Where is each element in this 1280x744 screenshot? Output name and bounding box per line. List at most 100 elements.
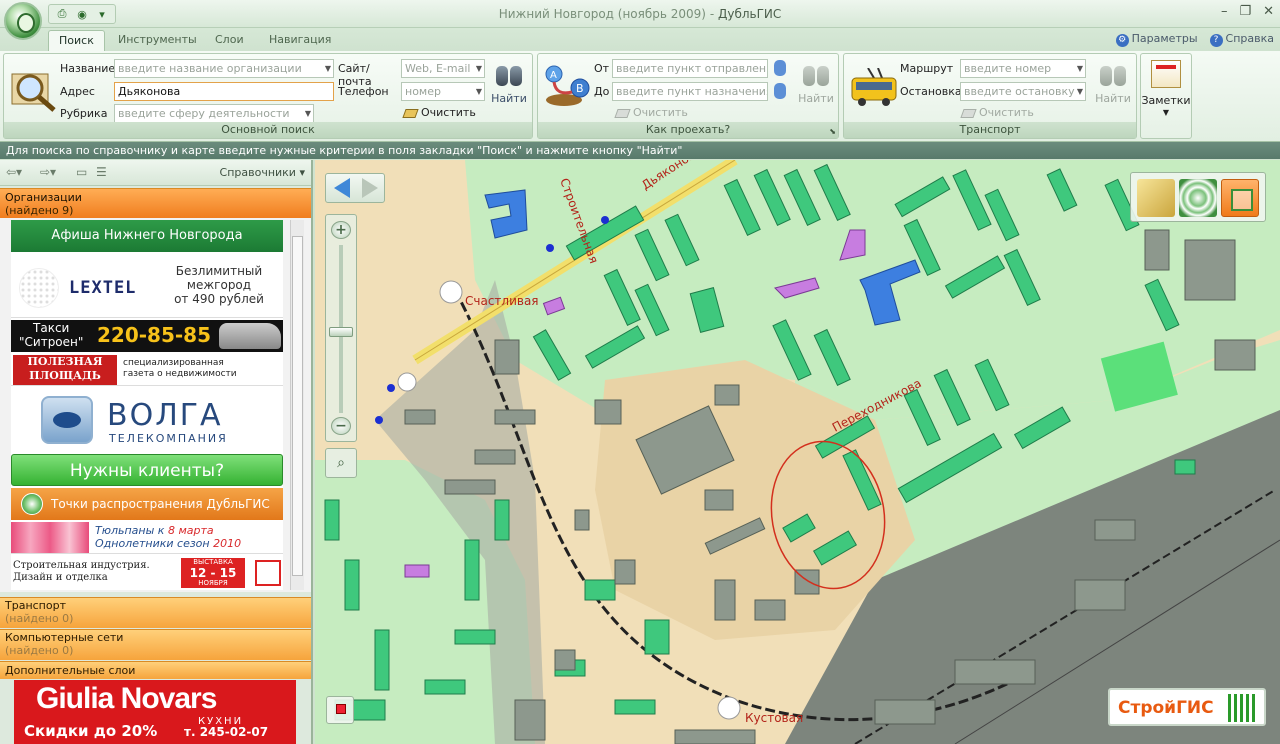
poi-marker[interactable] xyxy=(546,244,554,252)
back-icon[interactable]: ⇦▾ xyxy=(6,165,22,179)
binoculars-icon xyxy=(801,60,831,90)
list-scrollbar[interactable] xyxy=(290,220,304,590)
group-route: A B От введите пункт отправления До введ… xyxy=(537,53,839,139)
bus-stop-schastlivaya[interactable] xyxy=(439,280,463,304)
route-find-button[interactable]: Найти xyxy=(796,60,836,105)
section-transport[interactable]: Транспорт (найдено 0) xyxy=(0,597,311,628)
window-title: Нижний Новгород (ноябрь 2009) - ДубльГИС xyxy=(498,7,782,21)
toggle-panel-icon[interactable]: ▭ xyxy=(76,165,87,179)
ad-taxi[interactable]: Такси "Ситроен" 220-85-85 xyxy=(11,320,283,352)
route-find-label: Найти xyxy=(798,92,834,105)
ad-afisha[interactable]: Афиша Нижнего Новгорода xyxy=(11,220,283,252)
stroygis-logo[interactable]: СтройГИС xyxy=(1108,688,1266,726)
map-canvas[interactable]: Счастливая Переходникова Кустовая Дьякон… xyxy=(315,160,1280,744)
help-link[interactable]: ? Справка xyxy=(1209,31,1274,47)
to-placeholder: введите пункт назначения xyxy=(616,85,768,98)
restore-icon[interactable]: ❐ xyxy=(1239,4,1251,19)
radius-icon[interactable] xyxy=(1179,179,1217,217)
phone-field[interactable]: номер ▼ xyxy=(401,82,485,101)
notes-button[interactable]: Заметки ▼ xyxy=(1140,53,1192,139)
tab-navigation[interactable]: Навигация xyxy=(259,30,341,51)
map-view[interactable]: Счастливая Переходникова Кустовая Дьякон… xyxy=(315,160,1280,744)
ad-poleznaya-ploshchad[interactable]: ПОЛЕЗНАЯ ПЛОЩАДЬ специализированная газета… xyxy=(11,354,283,386)
section-title: Организации xyxy=(5,191,82,204)
ad-lextel[interactable]: LEXTEL Безлимитный межгород от 490 рублей xyxy=(11,254,283,318)
ad-construction-expo[interactable]: Строительная индустрия. Дизайн и отделка … xyxy=(11,556,283,590)
list-icon[interactable]: ☰ xyxy=(96,165,107,179)
directories-dropdown[interactable]: Справочники ▾ xyxy=(220,166,305,179)
route-clear-label: Очистить xyxy=(633,106,688,119)
chevron-down-icon[interactable]: ▼ xyxy=(1077,60,1083,77)
tab-layers[interactable]: Слои xyxy=(205,30,254,51)
bus-stop-small[interactable] xyxy=(397,372,417,392)
tab-tools[interactable]: Инструменты xyxy=(108,30,207,51)
name-field[interactable]: введите название организации ▼ xyxy=(114,59,334,78)
ad-clients[interactable]: Нужны клиенты? xyxy=(11,454,283,486)
app-menu-button[interactable] xyxy=(4,2,42,40)
stop-field[interactable]: введите остановку ▼ xyxy=(960,82,1086,101)
stroy-line: Дизайн и отделка xyxy=(13,572,108,583)
poi-marker[interactable] xyxy=(375,416,383,424)
lextel-line: от 490 рублей xyxy=(174,292,264,306)
zoom-slider-knob[interactable] xyxy=(329,327,353,337)
binoculars-icon xyxy=(1098,60,1128,90)
map-back-arrow-icon[interactable] xyxy=(334,178,350,198)
window-controls: – ❐ ✕ xyxy=(1221,4,1274,19)
route-clear-button[interactable]: Очистить xyxy=(614,105,688,121)
chevron-down-icon[interactable]: ▼ xyxy=(476,83,482,100)
ad-distribution-points[interactable]: Точки распространения ДубльГИС xyxy=(11,488,283,520)
params-link[interactable]: ⚙ Параметры xyxy=(1115,31,1198,47)
group-main-search: Название введите название организации ▼ А… xyxy=(3,53,533,139)
zoom-out-icon[interactable]: − xyxy=(331,417,351,435)
minimize-icon[interactable]: – xyxy=(1221,4,1228,19)
transport-clear-button[interactable]: Очистить xyxy=(960,105,1034,121)
poi-marker[interactable] xyxy=(601,216,609,224)
rubric-field[interactable]: введите сферу деятельности ▼ xyxy=(114,104,314,123)
tab-search[interactable]: Поиск xyxy=(48,30,105,51)
section-title: Дополнительные слои xyxy=(5,664,136,677)
pick-from-icon[interactable] xyxy=(774,60,786,76)
transport-find-button[interactable]: Найти xyxy=(1094,60,1132,105)
poi-marker[interactable] xyxy=(387,384,395,392)
pick-to-icon[interactable] xyxy=(774,83,786,99)
section-extra-layers[interactable]: Дополнительные слои xyxy=(0,661,311,679)
forward-icon[interactable]: ⇨▾ xyxy=(40,165,56,179)
stroy-line: Строительная индустрия. xyxy=(13,560,150,571)
clear-button[interactable]: Очистить xyxy=(402,105,476,121)
title-bar: ⎙ ◉ ▾ Нижний Новгород (ноябрь 2009) - Ду… xyxy=(0,0,1280,28)
house-icon xyxy=(255,560,281,586)
find-button[interactable]: Найти xyxy=(490,60,528,105)
zoom-in-icon[interactable]: + xyxy=(331,221,351,239)
bus-stop-kustovaya[interactable] xyxy=(717,696,741,720)
stop-label: Остановка xyxy=(900,85,962,98)
ad-tulips[interactable]: Тюльпаны к 8 марта Однолетники сезон 2010 xyxy=(11,522,283,554)
tulip-accent: 8 марта xyxy=(167,524,214,537)
close-icon[interactable]: ✕ xyxy=(1263,4,1274,19)
transport-find-label: Найти xyxy=(1095,92,1131,105)
chevron-down-icon[interactable]: ▼ xyxy=(325,60,331,77)
zoom-magnifier-icon[interactable]: ⌕ xyxy=(325,448,357,478)
transport-caption: Транспорт xyxy=(844,122,1136,138)
section-organizations[interactable]: Организации (найдено 9) xyxy=(0,188,311,218)
address-field[interactable]: Дьяконова xyxy=(114,82,334,101)
chevron-down-icon[interactable]: ▼ xyxy=(305,105,311,122)
from-field[interactable]: введите пункт отправления xyxy=(612,59,768,78)
route-number-field[interactable]: введите номер ▼ xyxy=(960,59,1086,78)
to-field[interactable]: введите пункт назначения xyxy=(612,82,768,101)
3d-view-icon[interactable] xyxy=(1221,179,1259,217)
scroll-thumb[interactable] xyxy=(292,236,303,576)
help-icon: ? xyxy=(1209,34,1223,47)
chevron-down-icon[interactable]: ▼ xyxy=(1077,83,1083,100)
chevron-down-icon[interactable]: ▼ xyxy=(476,60,482,77)
ad-giulia-novars[interactable]: Giulia Novars КУХНИ Скидки до 20% т. 245… xyxy=(14,680,296,744)
section-networks[interactable]: Компьютерные сети (найдено 0) xyxy=(0,629,311,660)
zoom-control: + − xyxy=(325,214,357,442)
zoom-track[interactable] xyxy=(329,245,353,413)
map-forward-arrow-icon[interactable] xyxy=(362,178,378,198)
lextel-line: межгород xyxy=(186,278,252,292)
expand-corner-icon[interactable]: ⬊ xyxy=(829,127,836,136)
overview-map-icon[interactable] xyxy=(326,696,354,724)
site-field[interactable]: Web, E-mail ▼ xyxy=(401,59,485,78)
ad-volga[interactable]: ВОЛГА ТЕЛЕКОМПАНИЯ xyxy=(11,388,283,452)
ruler-icon[interactable] xyxy=(1137,179,1175,217)
